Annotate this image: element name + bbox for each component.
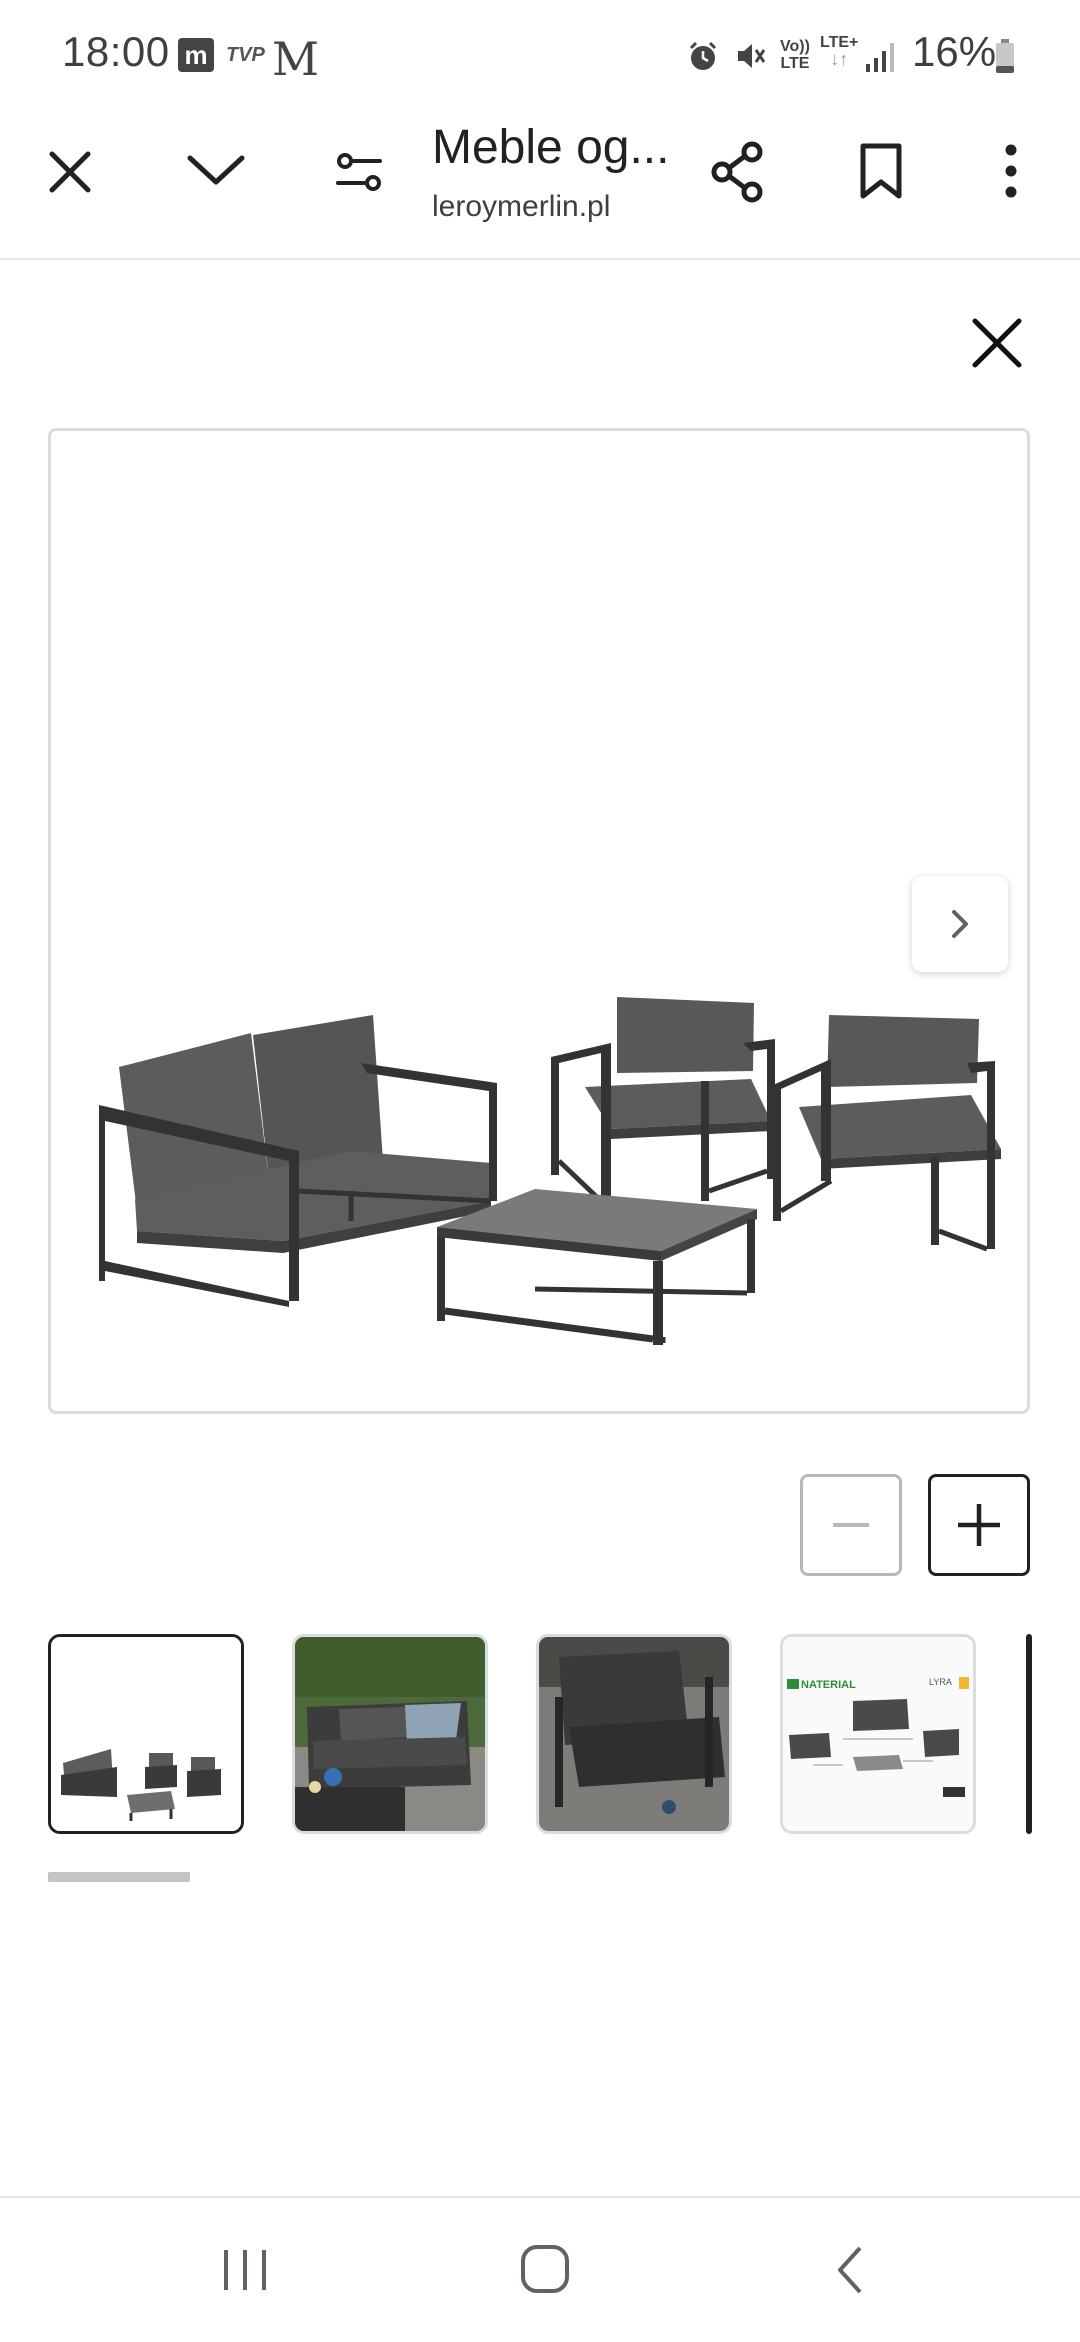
zoom-out-button[interactable] — [800, 1474, 902, 1576]
plus-icon — [958, 1504, 1000, 1546]
armchair-1-illustration — [551, 997, 775, 1203]
close-icon[interactable] — [46, 148, 94, 196]
main-image-frame[interactable] — [48, 428, 1030, 1414]
thumbnail-image — [51, 1637, 241, 1831]
tvp-icon: TVP — [226, 44, 265, 66]
mute-icon — [738, 44, 766, 68]
m-app-icon: m — [178, 38, 214, 72]
page-url[interactable]: leroymerlin.pl — [432, 190, 610, 224]
thumbnail-tag: LYRA — [929, 1677, 952, 1687]
recents-icon[interactable] — [220, 2246, 270, 2294]
close-viewer-icon[interactable] — [970, 316, 1024, 370]
thumbnail-5-edge[interactable] — [1026, 1634, 1032, 1834]
lte-plus-icon: LTE+ ↓↑ — [820, 34, 859, 69]
thumbnail-brand: NATERIAL — [801, 1679, 856, 1691]
thumbnail-scroll-indicator — [48, 1872, 190, 1882]
status-time: 18:00 — [62, 28, 170, 75]
thumbnail-3[interactable] — [536, 1634, 732, 1834]
minus-icon — [833, 1523, 869, 1527]
home-icon[interactable] — [518, 2242, 572, 2296]
thumbnail-image: NATERIAL LYRA — [783, 1637, 973, 1831]
chevron-down-icon[interactable] — [184, 150, 248, 190]
tune-icon[interactable] — [334, 150, 384, 194]
main-product-image — [99, 997, 1001, 1345]
coffee-table-illustration — [437, 1189, 757, 1345]
thumbnail-image — [295, 1637, 485, 1831]
thumbnail-4[interactable]: NATERIAL LYRA — [780, 1634, 976, 1834]
thumbnail-image — [539, 1637, 729, 1831]
battery-percent: 16% — [912, 28, 997, 75]
alarm-icon — [689, 41, 717, 70]
next-image-button[interactable] — [912, 876, 1008, 972]
thumbnail-1[interactable] — [48, 1634, 244, 1834]
signal-icon — [866, 43, 894, 72]
share-icon[interactable] — [708, 140, 768, 204]
volte-icon: Vo)) LTE — [780, 38, 810, 72]
gmail-m-icon: M — [272, 32, 320, 86]
back-icon[interactable] — [830, 2244, 870, 2296]
bookmark-icon[interactable] — [858, 142, 904, 200]
page-title[interactable]: Meble og... — [432, 120, 669, 175]
more-vert-icon[interactable] — [996, 142, 1026, 200]
status-bar: 18:00 m TVP M Vo)) LTE LTE+ ↓↑ 16% — [0, 0, 1080, 112]
zoom-in-button[interactable] — [928, 1474, 1030, 1576]
thumbnail-2[interactable] — [292, 1634, 488, 1834]
battery-icon — [996, 39, 1014, 73]
armchair-2-illustration — [773, 1015, 1001, 1252]
chevron-right-icon — [952, 910, 968, 938]
